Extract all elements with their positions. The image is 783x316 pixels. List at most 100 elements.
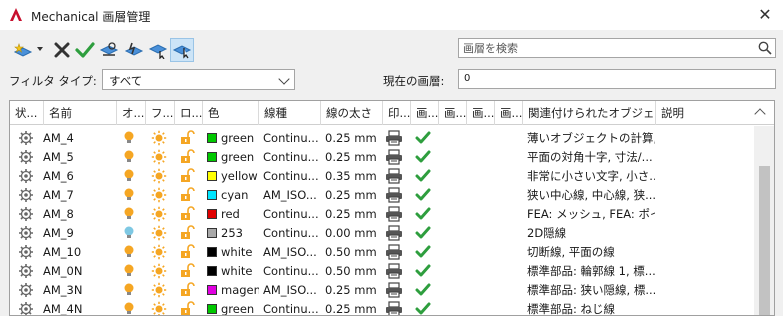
color-swatch[interactable] <box>207 133 217 143</box>
lineweight[interactable]: 0.25 mm <box>325 300 383 315</box>
lineweight[interactable]: 0.25 mm <box>325 205 383 224</box>
table-row[interactable]: AM_0N white Continu... 0.50 mm 標準部品: 輪郭線 1, … <box>10 262 754 281</box>
associated-objects[interactable]: 平面の対角十字, 寸法/... <box>527 148 655 167</box>
associated-objects[interactable]: FEA: メッシュ, FEA: ポイ... <box>527 205 655 224</box>
layer-tool-b-icon[interactable] <box>124 41 144 59</box>
associated-objects[interactable]: 2D隠線 <box>527 224 655 243</box>
plot-printer-icon[interactable] <box>385 206 403 222</box>
lightbulb-on-icon[interactable] <box>123 263 135 279</box>
color-swatch[interactable] <box>207 285 217 295</box>
layer-status-icon[interactable] <box>18 282 34 298</box>
layer-name[interactable]: AM_0N <box>43 262 115 281</box>
layer-status-icon[interactable] <box>18 187 34 203</box>
lightbulb-off-icon[interactable] <box>123 225 135 241</box>
color-swatch[interactable] <box>207 304 217 314</box>
filter-type-select[interactable]: すべて <box>102 69 295 90</box>
table-row[interactable]: AM_4 greenContinu...0.25 mm 薄いオブジェクトの計算, .… <box>10 129 754 148</box>
new-vp-freeze-check-icon[interactable] <box>415 206 431 222</box>
color-swatch[interactable] <box>207 152 217 162</box>
col-vp-4[interactable]: 画... <box>495 101 523 125</box>
thaw-sun-icon[interactable] <box>151 187 167 203</box>
new-vp-freeze-check-icon[interactable] <box>415 168 431 184</box>
thaw-sun-icon[interactable] <box>151 130 167 146</box>
col-plot[interactable]: 印... <box>383 101 411 125</box>
layer-name[interactable]: AM_5 <box>43 148 115 167</box>
new-vp-freeze-check-icon[interactable] <box>415 149 431 165</box>
lightbulb-on-icon[interactable] <box>123 206 135 222</box>
col-vp-3[interactable]: 画... <box>467 101 495 125</box>
color-swatch[interactable] <box>207 266 217 276</box>
lightbulb-on-icon[interactable] <box>123 168 135 184</box>
associated-objects[interactable]: 非常に小さい文字, 小さ... <box>527 167 655 186</box>
plot-printer-icon[interactable] <box>385 130 403 146</box>
layer-search-input[interactable] <box>459 39 749 57</box>
new-vp-freeze-check-icon[interactable] <box>415 263 431 279</box>
new-vp-freeze-check-icon[interactable] <box>415 130 431 146</box>
linetype[interactable]: Continu... <box>263 300 321 315</box>
color-name[interactable]: cyan <box>221 186 259 205</box>
layer-name[interactable]: AM_9 <box>43 224 115 243</box>
layer-status-icon[interactable] <box>18 206 34 222</box>
col-on[interactable]: オ... <box>117 101 146 125</box>
lineweight[interactable]: 0.35 mm <box>325 167 383 186</box>
layer-status-icon[interactable] <box>18 130 34 146</box>
lightbulb-on-icon[interactable] <box>123 149 135 165</box>
color-swatch[interactable] <box>207 209 217 219</box>
layer-tool-c-icon[interactable] <box>148 41 168 59</box>
col-description[interactable]: 説明 <box>656 101 754 125</box>
thaw-sun-icon[interactable] <box>151 168 167 184</box>
col-lock[interactable]: ロ... <box>175 101 203 125</box>
layer-tool-d-icon[interactable] <box>172 41 192 59</box>
associated-objects[interactable]: 標準部品: 狭い隠線, 標... <box>527 281 655 300</box>
table-row[interactable]: AM_8 red Continu... 0.25 mm FEA: メッシュ, FEA: … <box>10 205 754 224</box>
set-current-icon[interactable] <box>75 41 95 59</box>
search-icon[interactable] <box>758 41 772 55</box>
color-swatch[interactable] <box>207 190 217 200</box>
layer-tool-a-icon[interactable] <box>99 41 119 59</box>
table-row[interactable]: AM_7 cyan AM_ISO... 0.25 mm 狭い中心線, 中心線, 狭... <box>10 186 754 205</box>
linetype[interactable]: Continu... <box>263 167 321 186</box>
plot-printer-icon[interactable] <box>385 149 403 165</box>
unlocked-icon[interactable] <box>180 263 195 279</box>
unlocked-icon[interactable] <box>180 187 195 203</box>
unlocked-icon[interactable] <box>180 206 195 222</box>
col-vp-1[interactable]: 画... <box>411 101 439 125</box>
thaw-sun-icon[interactable] <box>151 206 167 222</box>
unlocked-icon[interactable] <box>180 168 195 184</box>
new-vp-freeze-check-icon[interactable] <box>415 187 431 203</box>
associated-objects[interactable]: 薄いオブジェクトの計算, ... <box>527 129 655 148</box>
linetype[interactable]: AM_ISO... <box>263 186 321 205</box>
table-row[interactable]: AM_9 253 Continu... 0.00 mm 2D隠線 <box>10 224 754 243</box>
new-layer-dropdown-icon[interactable] <box>37 47 43 51</box>
new-vp-freeze-check-icon[interactable] <box>415 301 431 316</box>
col-status[interactable]: 状... <box>10 101 44 125</box>
col-associated-objects[interactable]: 関連付けられたオブジェ... <box>523 101 656 125</box>
vertical-scrollbar[interactable] <box>754 126 774 315</box>
layer-status-icon[interactable] <box>18 149 34 165</box>
layer-status-icon[interactable] <box>18 244 34 260</box>
new-vp-freeze-check-icon[interactable] <box>415 282 431 298</box>
close-button[interactable]: ✕ <box>752 3 778 27</box>
delete-layer-icon[interactable] <box>52 41 72 59</box>
col-vp-2[interactable]: 画... <box>439 101 467 125</box>
lineweight[interactable]: 0.50 mm <box>325 243 383 262</box>
lineweight[interactable]: 0.50 mm <box>325 262 383 281</box>
color-name[interactable]: green <box>221 148 259 167</box>
layer-status-icon[interactable] <box>18 301 34 316</box>
associated-objects[interactable]: 切断線, 平面の線 <box>527 243 655 262</box>
thaw-sun-icon[interactable] <box>151 149 167 165</box>
new-layer-icon[interactable] <box>13 41 33 59</box>
unlocked-icon[interactable] <box>180 282 195 298</box>
col-linetype[interactable]: 線種 <box>259 101 321 125</box>
linetype[interactable]: Continu... <box>263 262 321 281</box>
unlocked-icon[interactable] <box>180 244 195 260</box>
linetype[interactable]: Continu... <box>263 224 321 243</box>
lightbulb-on-icon[interactable] <box>123 282 135 298</box>
color-swatch[interactable] <box>207 228 217 238</box>
color-name[interactable]: white <box>221 243 259 262</box>
associated-objects[interactable]: 標準部品: ねじ線 <box>527 300 655 315</box>
plot-printer-icon[interactable] <box>385 282 403 298</box>
linetype[interactable]: Continu... <box>263 148 321 167</box>
lightbulb-on-icon[interactable] <box>123 130 135 146</box>
table-row[interactable]: AM_4N green Continu... 0.25 mm 標準部品: ねじ線 <box>10 300 754 316</box>
